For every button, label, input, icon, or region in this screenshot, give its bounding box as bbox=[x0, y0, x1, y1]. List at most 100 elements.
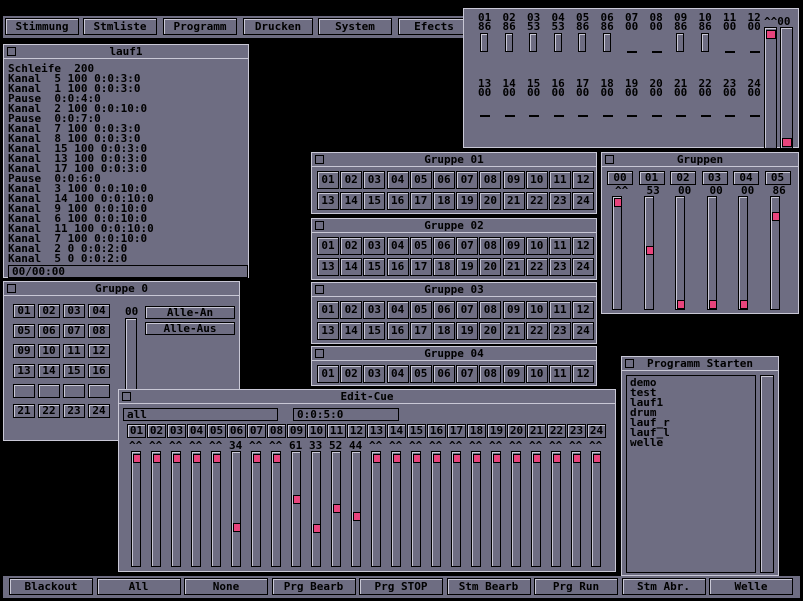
none-button[interactable]: None bbox=[184, 578, 268, 595]
channel-toggle[interactable]: 07 bbox=[456, 365, 479, 383]
cue-channel-label[interactable]: 10 bbox=[307, 424, 326, 438]
cue-channel-label[interactable]: 22 bbox=[547, 424, 566, 438]
prg-run-button[interactable]: Prg Run bbox=[534, 578, 618, 595]
cue-fader-track[interactable] bbox=[431, 451, 441, 567]
channel-toggle[interactable]: 01 bbox=[317, 171, 339, 189]
channel-toggle[interactable]: 24 bbox=[88, 404, 110, 418]
group-fader-knob[interactable] bbox=[645, 245, 654, 255]
channel-toggle[interactable]: 11 bbox=[549, 237, 571, 255]
cue-fader-track[interactable] bbox=[291, 451, 301, 567]
cue-time-field[interactable]: 0:0:5:0 bbox=[293, 408, 399, 421]
channel-toggle[interactable]: 10 bbox=[525, 237, 548, 255]
channel-toggle[interactable]: 14 bbox=[340, 258, 363, 276]
channel-toggle[interactable]: 06 bbox=[433, 301, 455, 319]
channel-toggle[interactable]: 04 bbox=[386, 365, 409, 383]
cue-fader-knob[interactable] bbox=[393, 454, 401, 463]
group-fader-track[interactable] bbox=[769, 196, 780, 310]
cue-fader-track[interactable] bbox=[471, 451, 481, 567]
channel-toggle[interactable]: 01 bbox=[13, 304, 35, 318]
channel-toggle[interactable]: 13 bbox=[13, 364, 35, 378]
channel-toggle[interactable]: 08 bbox=[479, 301, 502, 319]
channel-toggle[interactable]: 22 bbox=[38, 404, 60, 418]
channel-toggle[interactable]: 05 bbox=[409, 171, 432, 189]
cue-fader-track[interactable] bbox=[351, 451, 361, 567]
all-button[interactable]: All bbox=[96, 578, 181, 595]
channel-toggle[interactable]: 21 bbox=[13, 404, 35, 418]
channel-toggle[interactable]: 24 bbox=[572, 258, 595, 276]
menu-efects[interactable]: Efects bbox=[398, 18, 470, 35]
channel-toggle[interactable] bbox=[38, 384, 60, 398]
close-box-icon[interactable] bbox=[625, 359, 634, 368]
channel-toggle[interactable]: 18 bbox=[433, 192, 455, 210]
close-box-icon[interactable] bbox=[315, 349, 324, 358]
channel-toggle[interactable]: 14 bbox=[340, 322, 363, 340]
channel-toggle[interactable]: 20 bbox=[479, 258, 502, 276]
cue-channel-label[interactable]: 11 bbox=[327, 424, 346, 438]
gruppe-titlebar[interactable]: Gruppe 01 bbox=[312, 153, 596, 167]
cue-fader-knob[interactable] bbox=[353, 512, 361, 522]
cue-channel-label[interactable]: 23 bbox=[567, 424, 586, 438]
fader2-track[interactable] bbox=[780, 27, 793, 149]
channel-toggle[interactable]: 21 bbox=[502, 258, 525, 276]
channel-toggle[interactable]: 05 bbox=[409, 365, 432, 383]
cue-channel-label[interactable]: 16 bbox=[427, 424, 446, 438]
channel-toggle[interactable]: 01 bbox=[317, 301, 339, 319]
cue-channel-label[interactable]: 13 bbox=[367, 424, 386, 438]
cue-channel-label[interactable]: 05 bbox=[207, 424, 226, 438]
channel-toggle[interactable]: 11 bbox=[63, 344, 85, 358]
channel-toggle[interactable]: 05 bbox=[409, 301, 432, 319]
channel-toggle[interactable]: 05 bbox=[13, 324, 35, 338]
channel-toggle[interactable]: 21 bbox=[502, 322, 525, 340]
channel-toggle[interactable]: 02 bbox=[38, 304, 60, 318]
channel-toggle[interactable]: 12 bbox=[572, 237, 595, 255]
cue-channel-label[interactable]: 15 bbox=[407, 424, 426, 438]
channel-toggle[interactable]: 08 bbox=[479, 237, 502, 255]
channel-toggle[interactable]: 23 bbox=[63, 404, 85, 418]
channel-toggle[interactable]: 11 bbox=[549, 301, 571, 319]
channel-toggle[interactable]: 07 bbox=[456, 301, 479, 319]
channel-toggle[interactable]: 17 bbox=[409, 192, 432, 210]
cue-fader-track[interactable] bbox=[451, 451, 461, 567]
channel-toggle[interactable]: 16 bbox=[386, 322, 409, 340]
close-box-icon[interactable] bbox=[315, 155, 324, 164]
cue-fader-knob[interactable] bbox=[513, 454, 521, 463]
stm-bearb-button[interactable]: Stm Bearb bbox=[446, 578, 531, 595]
group-fader-track[interactable] bbox=[675, 196, 685, 310]
channel-toggle[interactable]: 04 bbox=[386, 171, 409, 189]
channel-toggle[interactable] bbox=[13, 384, 35, 398]
prg-bearb-button[interactable]: Prg Bearb bbox=[271, 578, 356, 595]
master-fader-track[interactable] bbox=[764, 27, 777, 149]
cue-fader-knob[interactable] bbox=[293, 494, 301, 504]
cue-channel-label[interactable]: 04 bbox=[187, 424, 206, 438]
channel-toggle[interactable]: 20 bbox=[479, 322, 502, 340]
channel-toggle[interactable]: 06 bbox=[433, 365, 455, 383]
channel-toggle[interactable]: 12 bbox=[88, 344, 110, 358]
channel-toggle[interactable]: 08 bbox=[88, 324, 110, 338]
channel-toggle[interactable]: 23 bbox=[549, 192, 571, 210]
channel-toggle[interactable]: 04 bbox=[386, 301, 409, 319]
cue-channel-label[interactable]: 20 bbox=[507, 424, 526, 438]
group-fader-knob[interactable] bbox=[771, 212, 780, 222]
channel-toggle[interactable]: 03 bbox=[363, 171, 386, 189]
channel-toggle[interactable]: 07 bbox=[456, 171, 479, 189]
cue-channel-label[interactable]: 21 bbox=[527, 424, 546, 438]
channel-toggle[interactable]: 19 bbox=[456, 258, 479, 276]
channel-toggle[interactable]: 09 bbox=[502, 365, 525, 383]
alle-aus-button[interactable]: Alle-Aus bbox=[145, 322, 235, 335]
channel-toggle[interactable]: 12 bbox=[572, 171, 595, 189]
channel-toggle[interactable]: 01 bbox=[317, 237, 339, 255]
channel-toggle[interactable]: 16 bbox=[386, 258, 409, 276]
group-fader-track[interactable] bbox=[612, 196, 622, 310]
cue-fader-knob[interactable] bbox=[413, 454, 421, 463]
alle-an-button[interactable]: Alle-An bbox=[145, 306, 235, 319]
fader2-knob[interactable] bbox=[782, 138, 792, 147]
channel-toggle[interactable]: 17 bbox=[409, 258, 432, 276]
cue-fader-track[interactable] bbox=[391, 451, 401, 567]
cue-fader-track[interactable] bbox=[171, 451, 181, 567]
close-box-icon[interactable] bbox=[315, 221, 324, 230]
channel-toggle[interactable]: 02 bbox=[340, 171, 363, 189]
cue-fader-track[interactable] bbox=[251, 451, 261, 567]
gruppe-titlebar[interactable]: Gruppe 04 bbox=[312, 347, 596, 361]
cue-fader-track[interactable] bbox=[591, 451, 601, 567]
cue-channel-label[interactable]: 02 bbox=[147, 424, 166, 438]
